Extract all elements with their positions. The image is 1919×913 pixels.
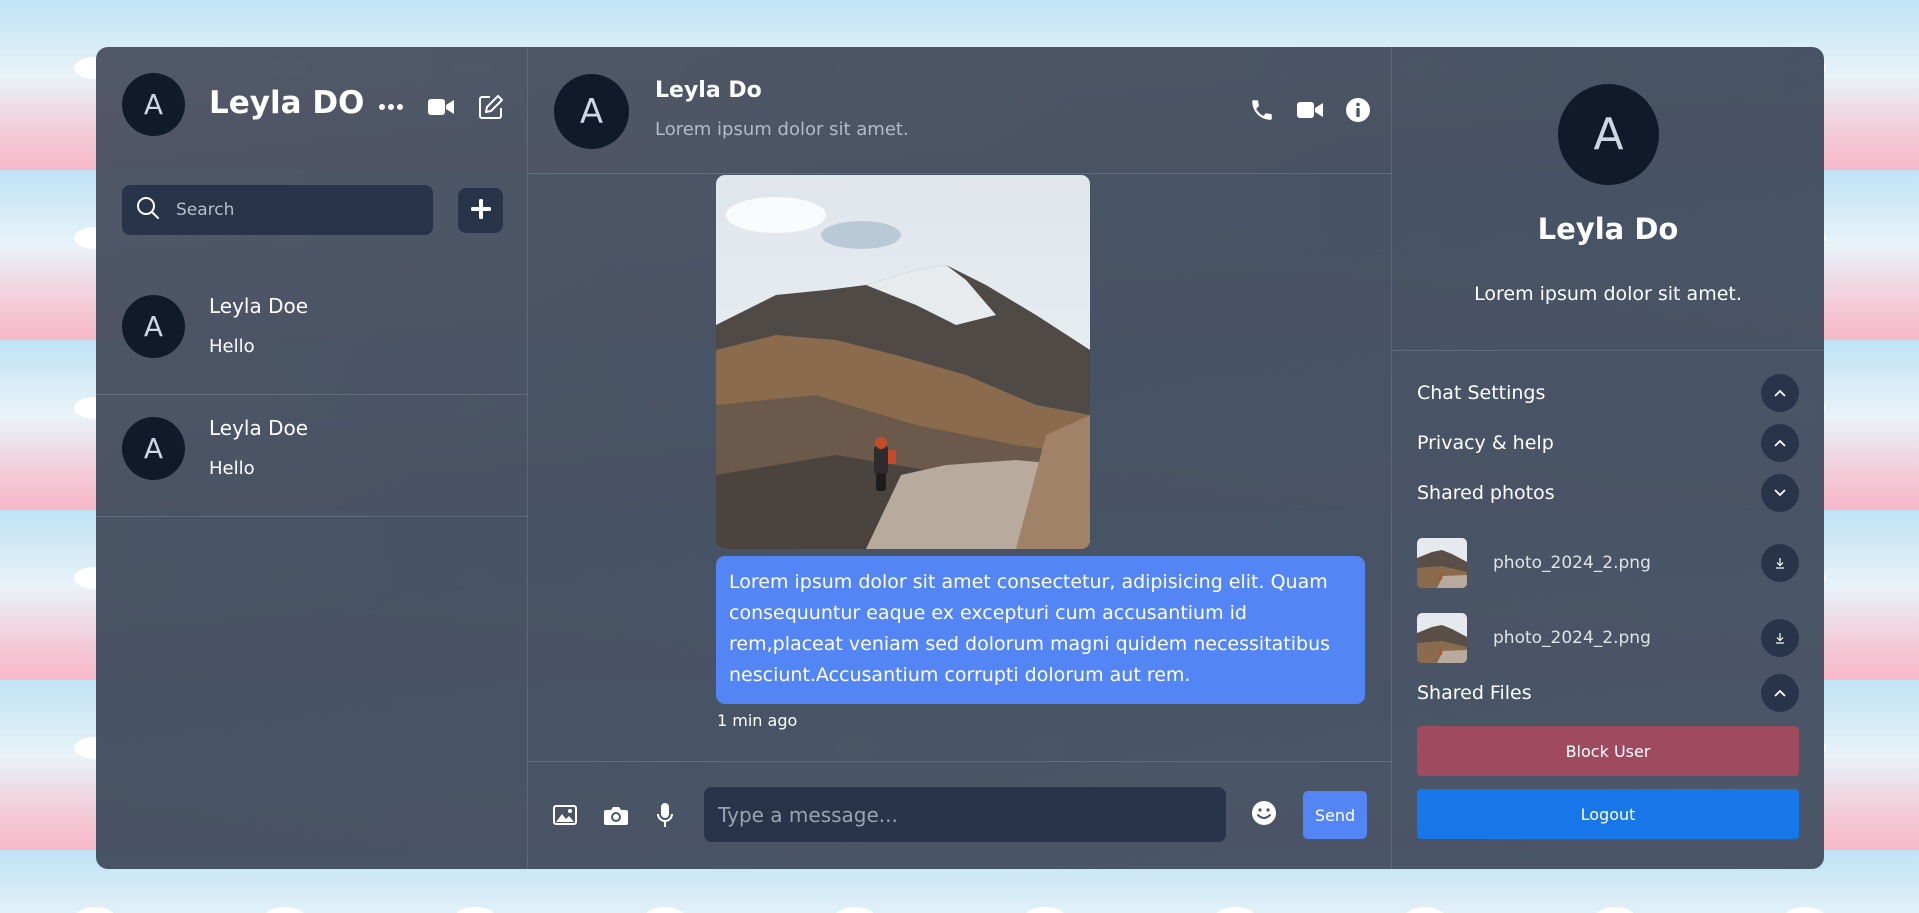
message-photo[interactable] [716,175,1090,549]
chat-list-item[interactable]: A Leyla Doe Hello [96,273,527,395]
contact-profile: A Leyla Do Lorem ipsum dolor sit amet. [1392,47,1824,351]
conversation-panel: A Leyla Do Lorem ipsum dolor sit amet. L… [528,47,1392,869]
phone-icon[interactable] [1249,97,1275,123]
current-user-avatar[interactable]: A [122,73,185,136]
search-input[interactable] [176,200,406,220]
compose-icon[interactable] [475,91,507,123]
message-composer: Send [528,761,1391,869]
plus-icon [470,198,492,224]
logout-button[interactable]: Logout [1417,789,1799,839]
section-shared-photos[interactable]: Shared photos [1417,473,1799,513]
contact-avatar[interactable]: A [554,74,629,149]
section-label: Shared Files [1417,682,1532,704]
video-camera-icon[interactable] [425,91,457,123]
message-timestamp: 1 min ago [717,711,798,730]
profile-name: Leyla Do [1537,212,1679,246]
microphone-icon[interactable] [656,802,674,828]
message-input[interactable] [704,787,1226,842]
camera-icon[interactable] [603,805,629,826]
chat-list: A Leyla Doe Hello A Leyla Doe Hello [96,273,527,517]
image-icon[interactable] [553,805,577,825]
chat-list-panel: A Leyla DO A [96,47,528,869]
chevron-up-icon[interactable] [1761,674,1799,712]
download-icon[interactable] [1761,544,1799,582]
photo-thumbnail[interactable] [1417,613,1467,663]
conversation-actions [1249,97,1371,123]
message-area: Lorem ipsum dolor sit amet consectetur, … [528,174,1391,761]
add-contact-button[interactable] [458,188,503,233]
contact-name: Leyla Do [655,78,762,103]
chat-avatar: A [122,295,185,358]
photo-filename: photo_2024_2.png [1493,553,1651,573]
chevron-up-icon[interactable] [1761,374,1799,412]
current-user-header: A [122,73,185,136]
shared-photo-item[interactable]: photo_2024_2.png [1417,538,1799,588]
download-icon[interactable] [1761,619,1799,657]
chevron-up-icon[interactable] [1761,424,1799,462]
section-label: Shared photos [1417,482,1555,504]
chat-last-message: Hello [209,458,255,479]
user-header-actions [375,91,507,123]
message-bubble: Lorem ipsum dolor sit amet consectetur, … [716,556,1365,704]
section-shared-files[interactable]: Shared Files [1417,673,1799,713]
send-button[interactable]: Send [1303,791,1367,839]
emoji-icon[interactable] [1250,799,1278,827]
info-icon[interactable] [1345,97,1371,123]
profile-description: Lorem ipsum dolor sit amet. [1474,283,1742,305]
section-label: Privacy & help [1417,432,1554,454]
chat-name: Leyla Doe [209,294,309,318]
chevron-down-icon[interactable] [1761,474,1799,512]
search-icon [136,196,160,224]
chat-app-window: A Leyla DO A [96,47,1824,869]
chat-avatar: A [122,417,185,480]
contact-status: Lorem ipsum dolor sit amet. [655,119,909,140]
section-label: Chat Settings [1417,382,1546,404]
chat-last-message: Hello [209,336,255,357]
photo-thumbnail[interactable] [1417,538,1467,588]
chat-list-item[interactable]: A Leyla Doe Hello [96,395,527,517]
details-panel: A Leyla Do Lorem ipsum dolor sit amet. C… [1392,47,1824,869]
section-privacy-help[interactable]: Privacy & help [1417,423,1799,463]
more-dots-icon[interactable] [375,91,407,123]
photo-filename: photo_2024_2.png [1493,628,1651,648]
shared-photo-item[interactable]: photo_2024_2.png [1417,613,1799,663]
current-user-name: Leyla DO [209,85,365,121]
profile-avatar: A [1558,84,1659,185]
block-user-button[interactable]: Block User [1417,726,1799,776]
chat-name: Leyla Doe [209,416,309,440]
section-chat-settings[interactable]: Chat Settings [1417,373,1799,413]
video-camera-icon[interactable] [1297,101,1323,119]
search-box [122,185,433,235]
conversation-header: A Leyla Do Lorem ipsum dolor sit amet. [528,47,1391,174]
